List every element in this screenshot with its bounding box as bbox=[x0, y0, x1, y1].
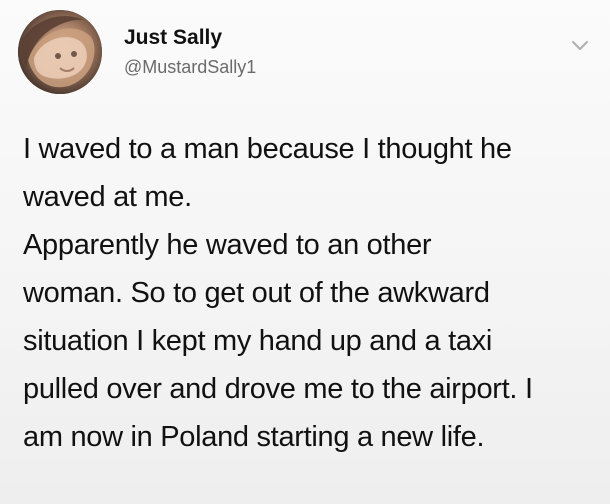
display-name[interactable]: Just Sally bbox=[124, 26, 222, 50]
tweet-header: Just Sally @MustardSally1 bbox=[18, 10, 598, 100]
avatar-photo-icon bbox=[18, 10, 102, 94]
tweet-card: Just Sally @MustardSally1 I waved to a m… bbox=[0, 0, 610, 504]
user-handle[interactable]: @MustardSally1 bbox=[124, 56, 256, 78]
chevron-down-icon bbox=[571, 40, 589, 51]
tweet-text: I waved to a man because I thought he wa… bbox=[23, 133, 533, 453]
avatar[interactable] bbox=[18, 10, 102, 94]
more-options[interactable] bbox=[570, 38, 590, 52]
